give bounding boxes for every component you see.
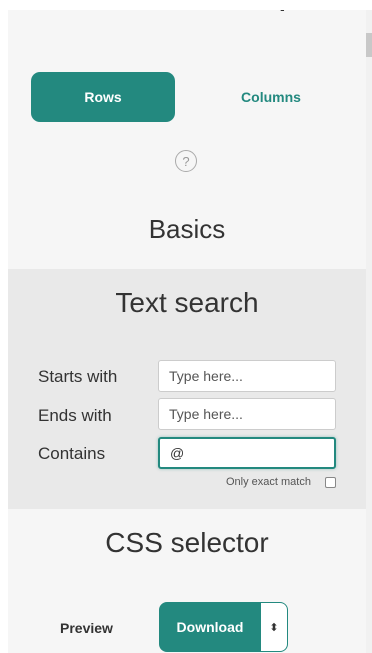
- help-icon[interactable]: ?: [175, 150, 197, 172]
- download-button[interactable]: Download: [159, 602, 261, 652]
- contains-input[interactable]: [158, 437, 336, 469]
- preview-link[interactable]: Preview: [60, 620, 113, 636]
- ends-with-label: Ends with: [38, 406, 112, 425]
- download-group: Download ⬍: [159, 602, 288, 652]
- contains-label: Contains: [38, 444, 106, 463]
- tab-columns[interactable]: Columns: [199, 72, 343, 122]
- tab-rows[interactable]: Rows: [31, 72, 175, 122]
- css-selector-heading[interactable]: CSS selector: [8, 527, 366, 559]
- download-options-toggle[interactable]: ⬍: [261, 602, 288, 652]
- text-search-heading[interactable]: Text search: [8, 287, 366, 319]
- scrollbar[interactable]: [366, 0, 372, 653]
- basics-heading[interactable]: Basics: [8, 214, 366, 245]
- scrollbar-thumb[interactable]: [366, 33, 372, 57]
- exact-match-label: Only exact match: [226, 476, 311, 488]
- ends-with-input[interactable]: [158, 398, 336, 430]
- starts-with-input[interactable]: [158, 360, 336, 392]
- exact-match-checkbox[interactable]: [325, 477, 336, 488]
- top-strip: [0, 0, 372, 10]
- starts-with-label: Starts with: [38, 367, 118, 386]
